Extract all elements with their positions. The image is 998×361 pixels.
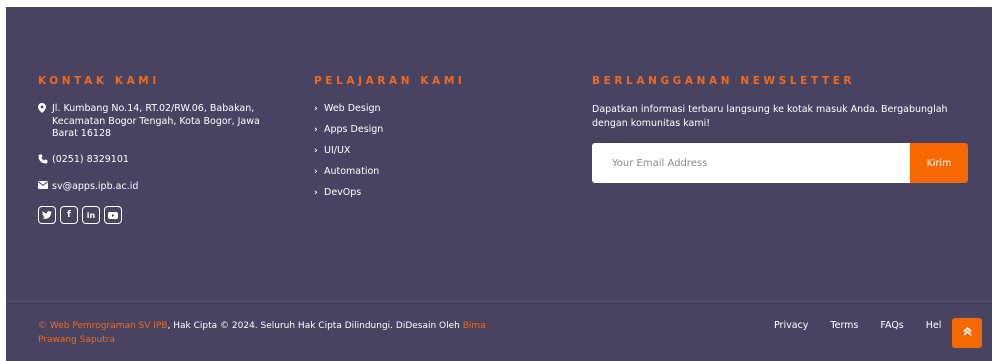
copyright-symbol: © [38,321,47,331]
contact-column: KONTAK KAMI Jl. Kumbang No.14, RT.02/RW.… [38,75,288,224]
course-link-apps-design[interactable]: › Apps Design [314,124,514,136]
map-marker-icon [38,103,52,117]
youtube-icon[interactable] [104,206,122,224]
chevron-right-icon: › [314,167,318,177]
subscribe-button[interactable]: Kirim [910,143,968,183]
envelope-icon [38,180,52,193]
newsletter-description: Dapatkan informasi terbaru langsung ke k… [592,104,948,129]
chevron-right-icon: › [314,125,318,135]
contact-heading: KONTAK KAMI [38,75,160,87]
courses-column: PELAJARAN KAMI › Web Design › Apps Design … [314,75,514,208]
privacy-link[interactable]: Privacy [774,320,808,331]
address-text: Jl. Kumbang No.14, RT.02/RW.06, Babakan,… [52,103,260,139]
course-label: Apps Design [324,124,384,135]
newsletter-heading: BERLANGGANAN NEWSLETTER [592,75,856,87]
phone-line: (0251) 8329101 [38,154,288,168]
email-line: sv@apps.ipb.ac.id [38,180,288,194]
linkedin-icon[interactable]: in [82,206,100,224]
terms-link[interactable]: Terms [830,320,858,331]
phone-icon [38,154,52,168]
courses-heading: PELAJARAN KAMI [314,75,466,87]
footer-divider [6,301,992,302]
faqs-link[interactable]: FAQs [880,320,903,331]
address-line: Jl. Kumbang No.14, RT.02/RW.06, Babakan,… [38,103,288,141]
facebook-icon[interactable]: f [60,206,78,224]
site-link[interactable]: Web Pemrograman SV IPB [50,321,168,331]
twitter-icon[interactable] [38,206,56,224]
course-link-ui-ux[interactable]: › UI/UX [314,145,514,157]
chevron-right-icon: › [314,104,318,114]
site-footer: KONTAK KAMI Jl. Kumbang No.14, RT.02/RW.… [6,7,992,361]
copyright-text: © Web Pemrograman SV IPB, Hak Cipta © 20… [38,319,518,347]
copyright-body: , Hak Cipta © 2024. Seluruh Hak Cipta Di… [167,321,463,331]
course-link-devops[interactable]: › DevOps [314,187,514,199]
chevron-right-icon: › [314,188,318,198]
course-link-automation[interactable]: › Automation [314,166,514,178]
course-link-web-design[interactable]: › Web Design [314,103,514,115]
course-label: UI/UX [324,145,351,156]
email-text: sv@apps.ipb.ac.id [52,180,139,192]
course-label: Automation [324,166,380,177]
course-list: › Web Design › Apps Design › UI/UX › Automat… [314,103,514,199]
newsletter-column: BERLANGGANAN NEWSLETTER Dapatkan informa… [592,75,972,183]
course-label: DevOps [324,187,362,198]
newsletter-form: Kirim [592,143,968,183]
phone-text: (0251) 8329101 [52,153,129,165]
back-to-top-button[interactable] [952,318,982,348]
social-links: f in [38,206,288,224]
help-link[interactable]: Hel [926,320,942,331]
chevron-right-icon: › [314,146,318,156]
double-chevron-up-icon [962,326,972,339]
footer-links: Privacy Terms FAQs Hel [774,320,963,331]
course-label: Web Design [324,103,381,114]
email-input[interactable] [592,143,910,183]
